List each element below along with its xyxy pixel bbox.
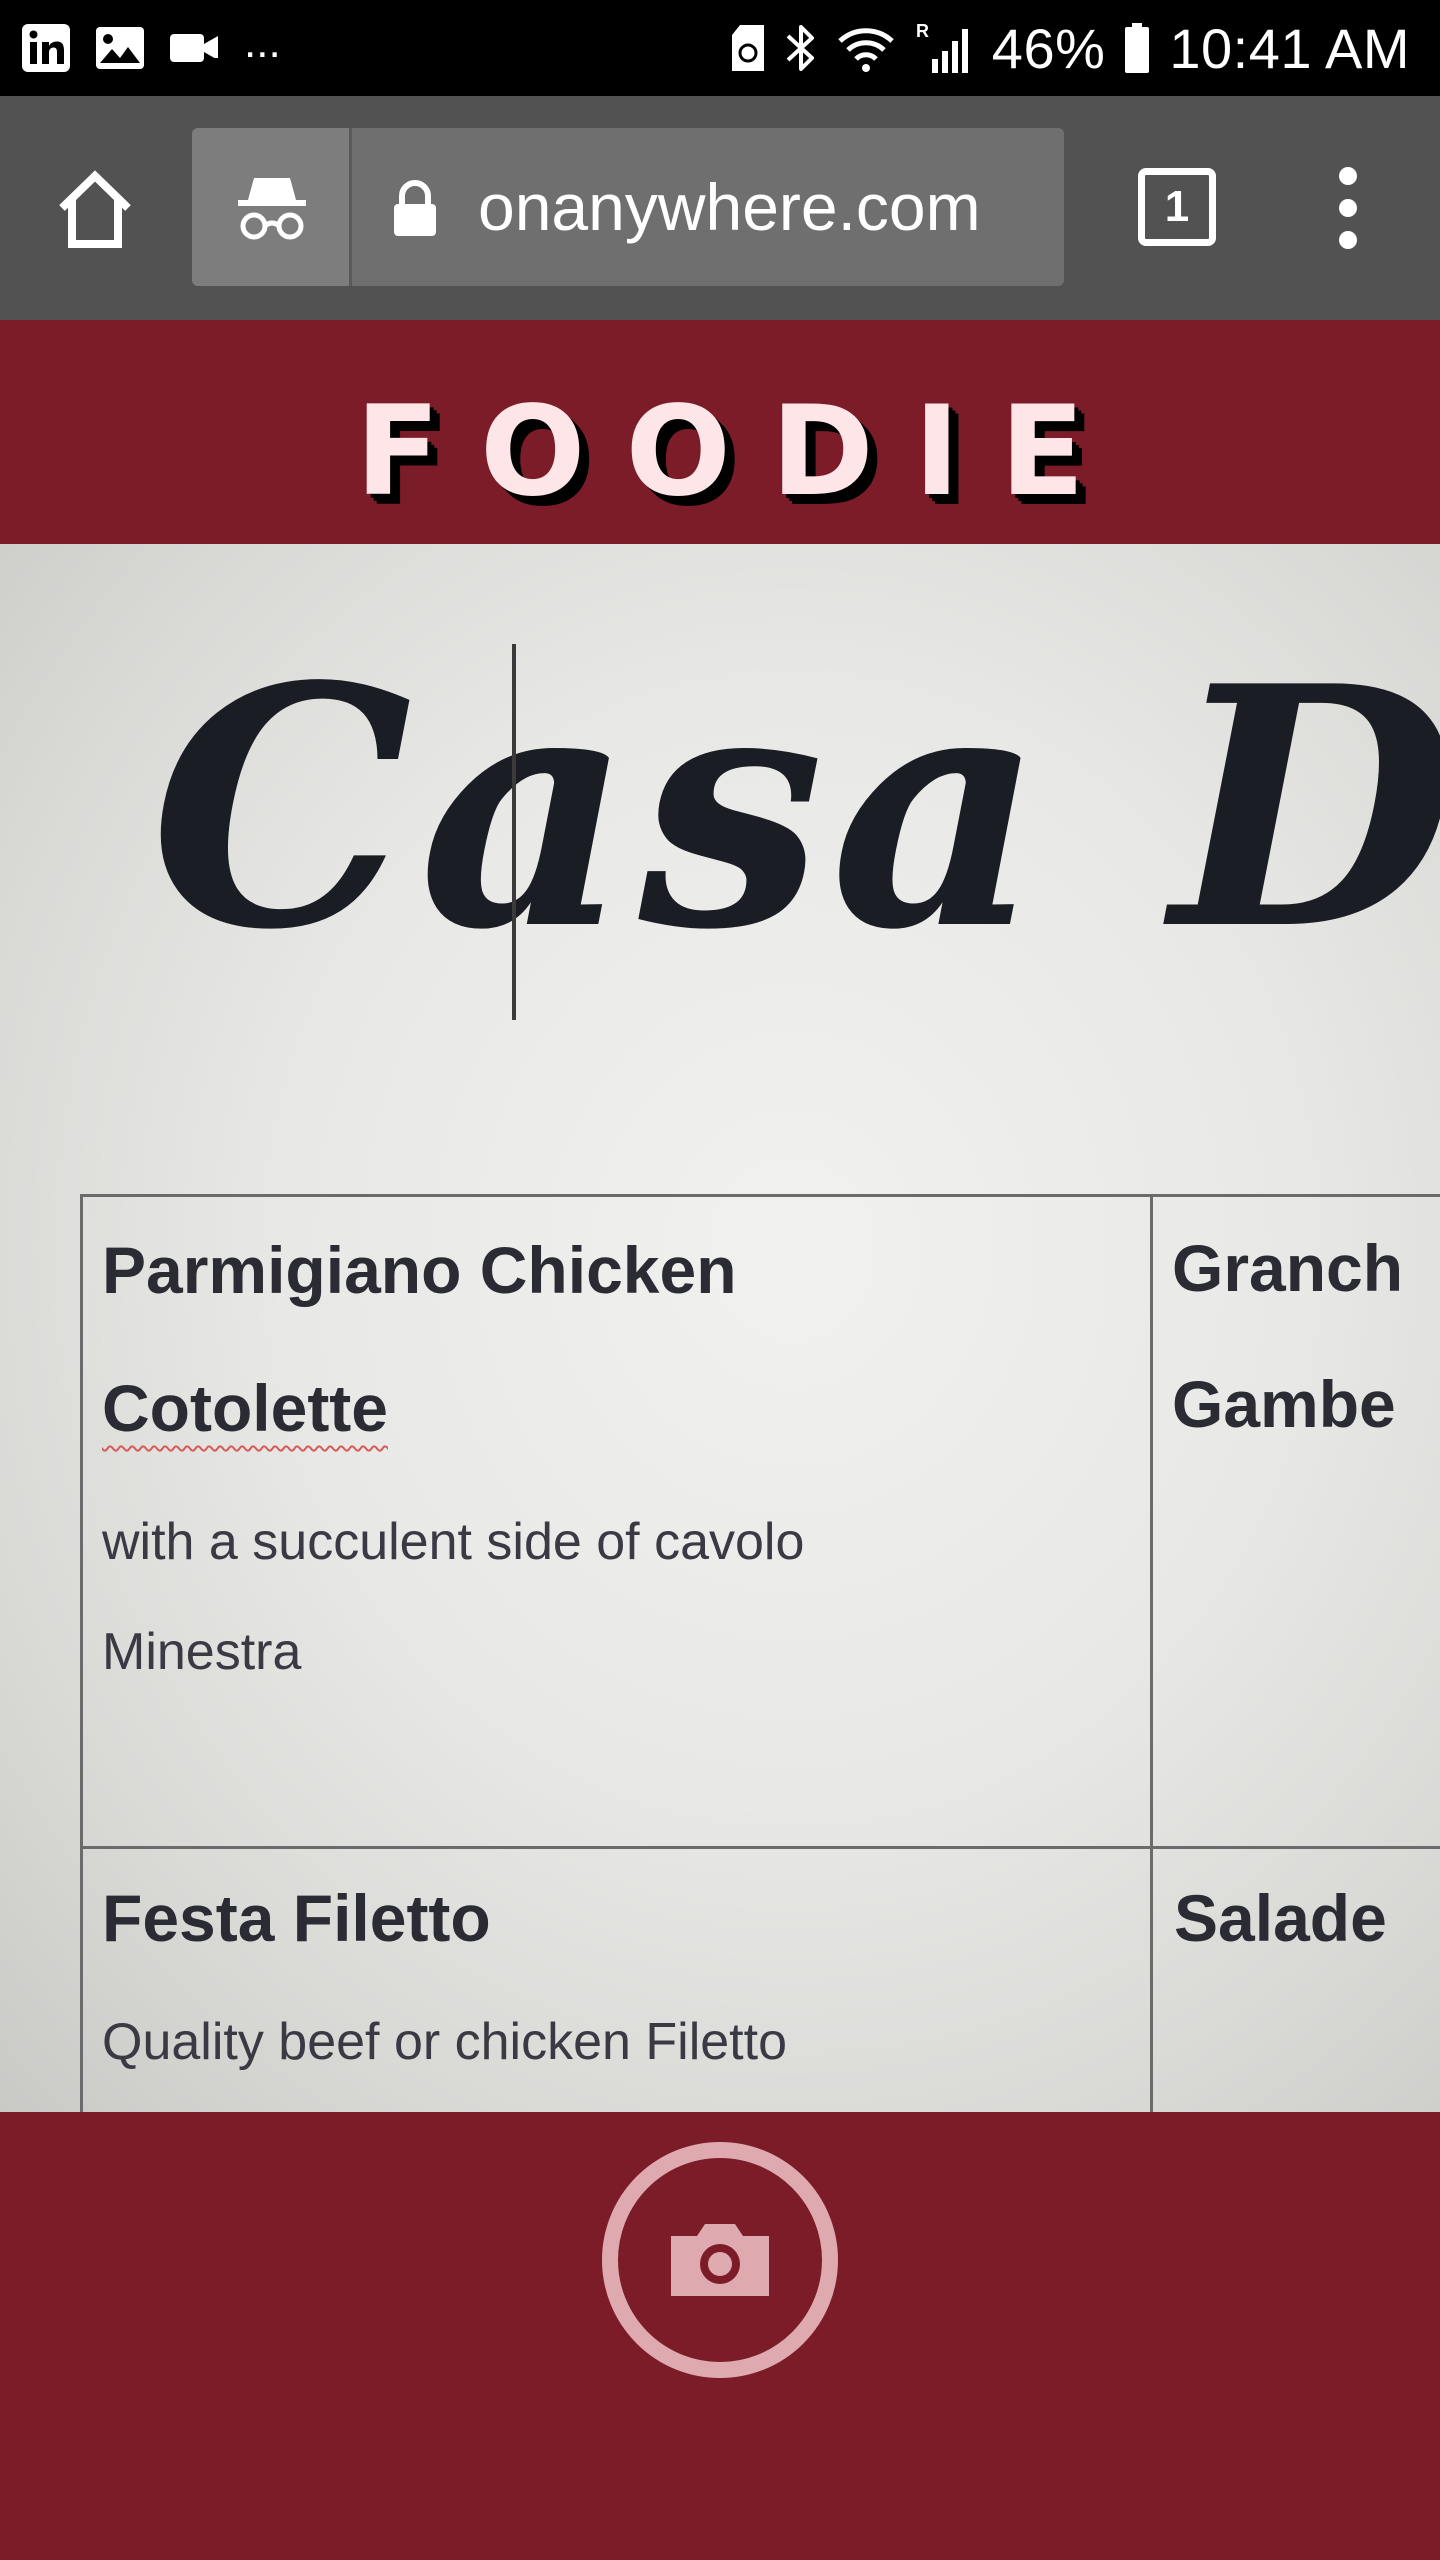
tab-count: 1: [1164, 182, 1190, 231]
status-bar: ... R 46% 10:41 AM: [0, 0, 1440, 96]
browser-toolbar: onanywhere.com 1: [0, 96, 1440, 320]
table-border-row: [80, 1846, 1440, 1849]
dish-description-continued: Minestra: [102, 1623, 302, 1681]
table-border-middle: [1150, 1194, 1153, 2112]
clock: 10:41 AM: [1169, 16, 1410, 80]
menu-table: Parmigiano Chicken Cotolette with a succ…: [80, 1194, 1440, 2112]
address-bar[interactable]: onanywhere.com: [192, 128, 1064, 286]
text-cursor-line: [512, 644, 516, 1020]
video-call-icon: [170, 34, 220, 66]
status-more: ...: [244, 18, 281, 67]
home-icon: [59, 170, 131, 248]
url-text[interactable]: onanywhere.com: [478, 164, 1048, 250]
lock-icon: [394, 180, 436, 236]
sd-card-icon: [731, 25, 764, 71]
more-vert-icon: [1339, 167, 1357, 249]
dish-description: Quality beef or chicken Filetto: [102, 2013, 787, 2071]
gallery-icon: [96, 27, 144, 69]
menu-title-text: Casa Di F: [150, 614, 1440, 1002]
table-border-top: [80, 1194, 1440, 1197]
wifi-icon: [838, 28, 894, 72]
incognito-indicator: [192, 128, 352, 286]
battery-percent: 46%: [991, 16, 1106, 80]
dish-name-continued: Gambe: [1172, 1367, 1396, 1441]
app-logo: FOODIE: [355, 380, 1125, 524]
battery-icon: [1125, 23, 1150, 73]
dish-name: Salade: [1174, 1881, 1387, 1955]
svg-text:R: R: [916, 21, 929, 41]
dish-name: Granch: [1172, 1231, 1404, 1305]
camera-icon: [671, 2224, 769, 2296]
home-button[interactable]: [50, 164, 140, 254]
dish-name-continued: Cotolette: [102, 1371, 388, 1445]
bluetooth-icon: [786, 25, 814, 71]
table-border-left: [80, 1194, 83, 2112]
bottom-bar: [0, 2112, 1440, 2560]
dish-name: Parmigiano Chicken: [102, 1233, 737, 1307]
app-header: FOODIE: [0, 320, 1440, 544]
dish-description: with a succulent side of cavolo: [102, 1513, 805, 1571]
capture-button[interactable]: [602, 2142, 838, 2378]
dish-name: Festa Filetto: [102, 1881, 491, 1955]
incognito-icon: [238, 178, 306, 240]
signal-icon: R: [916, 21, 968, 73]
camera-preview[interactable]: Casa Di F Parmigiano Chicken Cotolette w…: [0, 544, 1440, 2112]
tab-switcher-button[interactable]: 1: [1138, 168, 1216, 246]
linkedin-icon: [22, 24, 70, 72]
browser-menu-button[interactable]: [1320, 158, 1376, 258]
